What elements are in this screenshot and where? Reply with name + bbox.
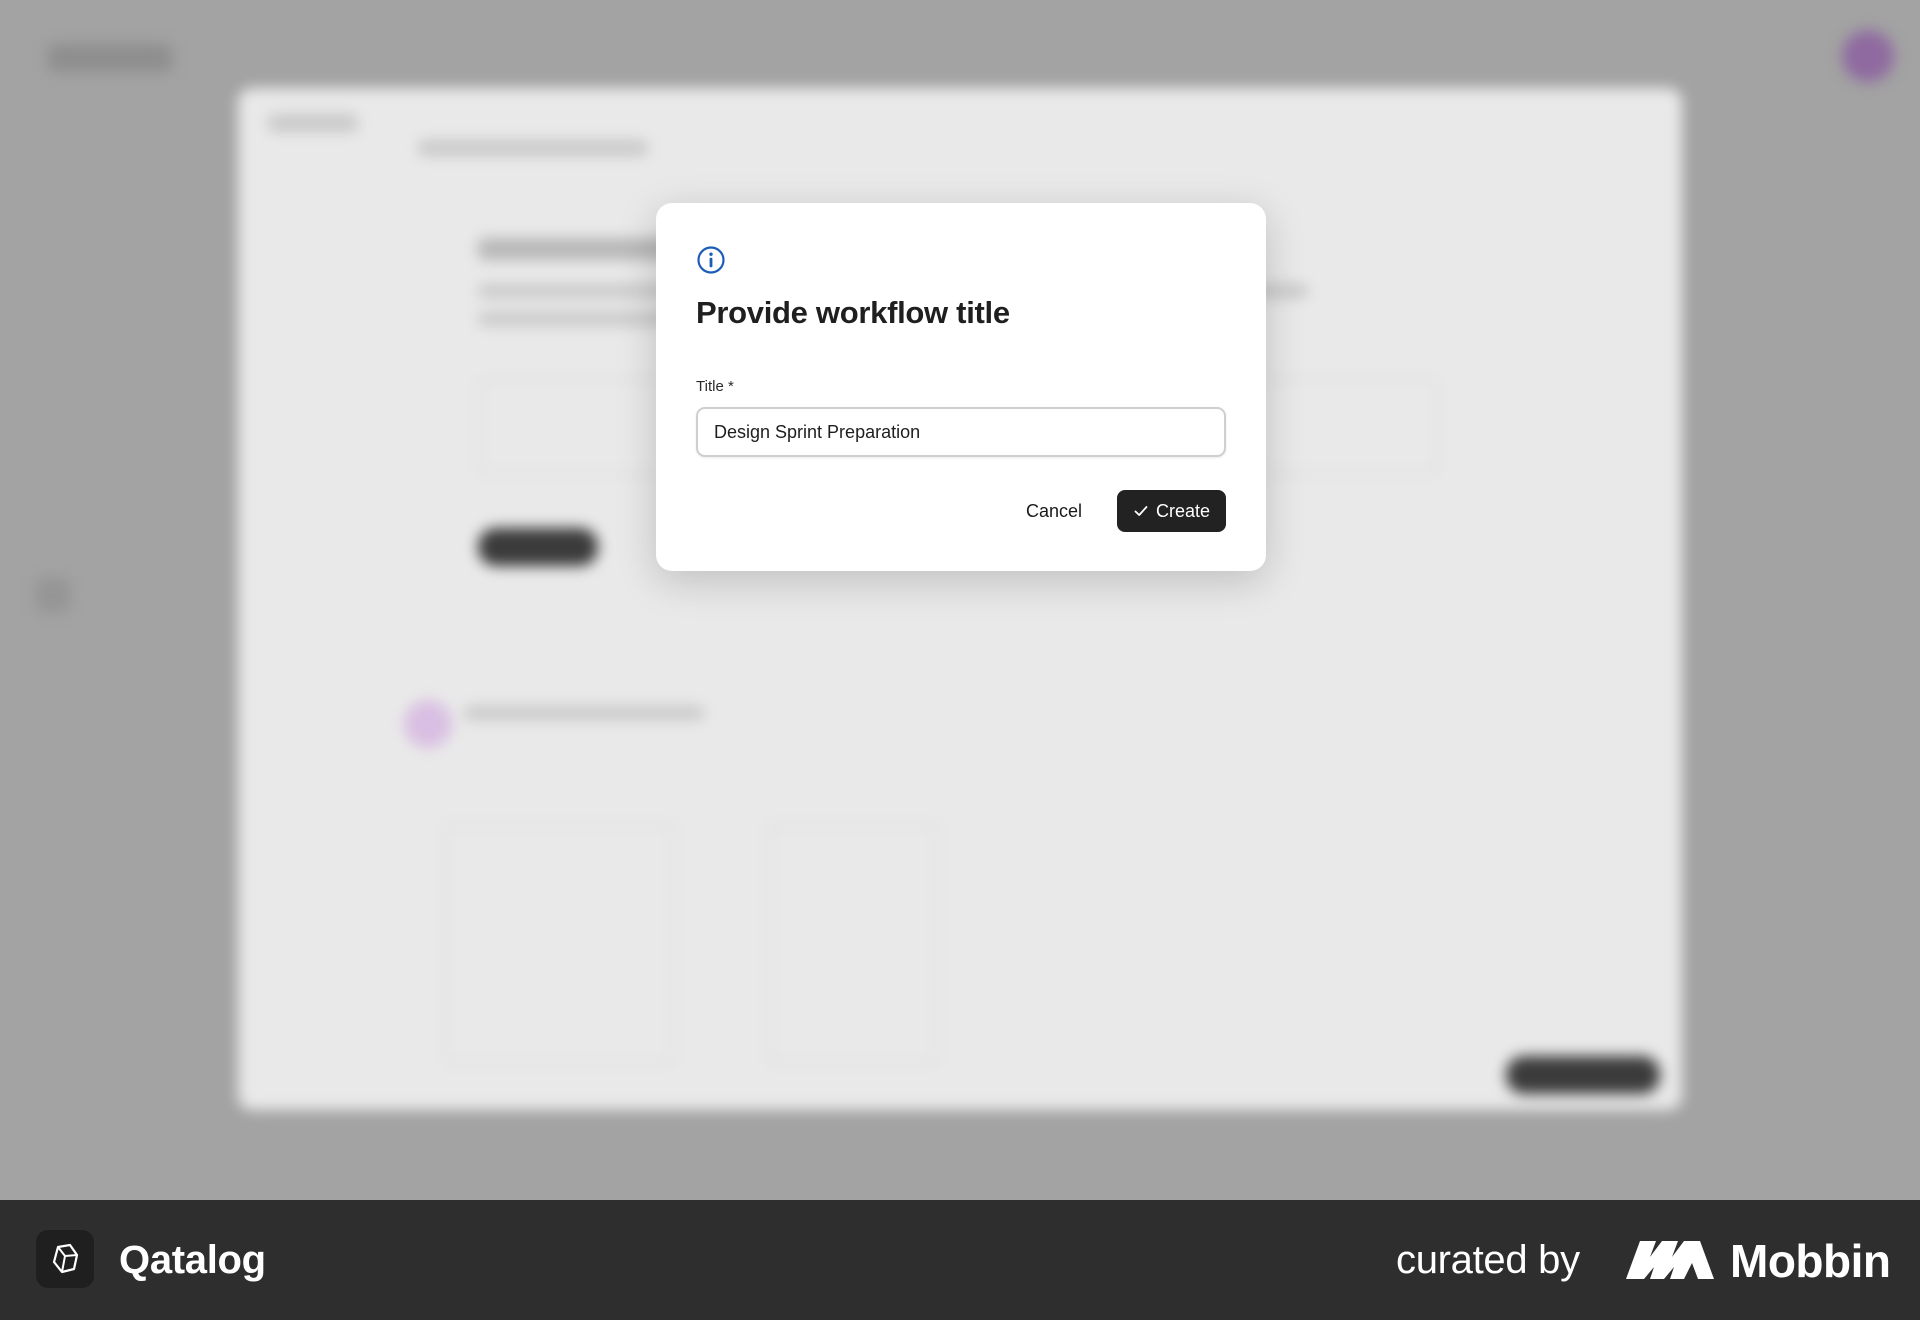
- info-icon: [697, 246, 725, 274]
- dialog-title: Provide workflow title: [696, 295, 1010, 330]
- qatalog-logo-icon: [36, 1230, 94, 1288]
- background-logo: [48, 44, 172, 72]
- title-field-label: Title *: [696, 378, 734, 395]
- background-sidebar-icon: [36, 578, 70, 612]
- curated-by-text: curated by: [1396, 1238, 1580, 1282]
- cancel-button[interactable]: Cancel: [1008, 490, 1100, 532]
- background-avatar: [1842, 30, 1894, 82]
- create-button-label: Create: [1155, 500, 1211, 521]
- qatalog-logo-glyph: [52, 1243, 79, 1274]
- check-icon: [1134, 506, 1148, 516]
- workflow-title-dialog: Provide workflow title Title * Cancel Cr…: [656, 203, 1266, 571]
- brand-name: Qatalog: [119, 1238, 266, 1282]
- title-input[interactable]: [696, 407, 1226, 457]
- mobbin-logo-icon: [1626, 1241, 1714, 1279]
- background-app: [0, 0, 1920, 1200]
- curator-name: Mobbin: [1730, 1235, 1891, 1287]
- create-button[interactable]: Create: [1117, 490, 1226, 532]
- footer-bar: Qatalog curated by Mobbin: [0, 1200, 1920, 1320]
